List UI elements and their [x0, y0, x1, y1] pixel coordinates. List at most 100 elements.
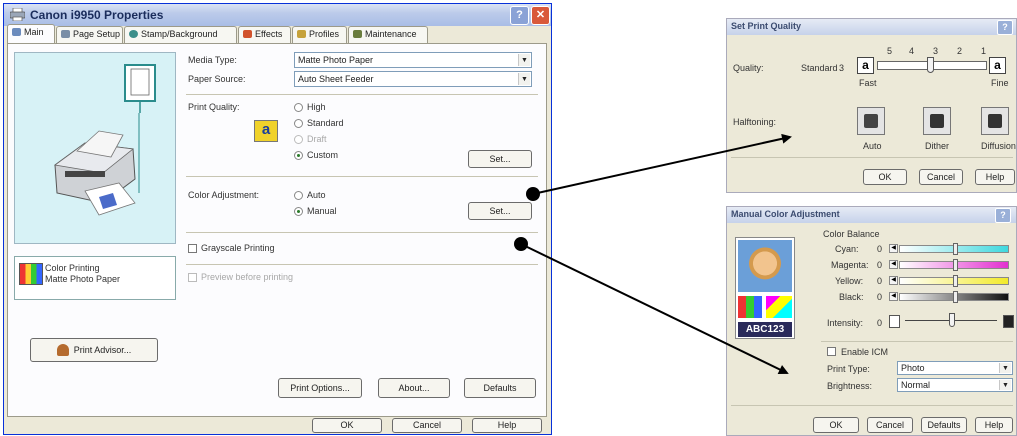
quality-sample-icon: a [254, 120, 278, 142]
brightness-select[interactable]: Normal ▼ [897, 378, 1013, 392]
main-titlebar[interactable]: Canon i9950 Properties ? ✕ [4, 4, 551, 26]
print-type-select[interactable]: Photo ▼ [897, 361, 1013, 375]
black-thumb[interactable] [953, 291, 958, 303]
standard-label: Standard [801, 63, 838, 73]
scale-2: 2 [957, 46, 963, 56]
tab-profiles[interactable]: Profiles [292, 26, 347, 43]
halftone-dither-icon[interactable] [923, 107, 951, 135]
halftone-auto-icon[interactable] [857, 107, 885, 135]
color-titlebar[interactable]: Manual Color Adjustment ? [727, 207, 1016, 223]
quality-help-button[interactable]: Help [975, 169, 1015, 185]
yellow-left-arrow[interactable]: ◀ [889, 276, 898, 285]
quality-title: Set Print Quality [731, 21, 802, 31]
about-button[interactable]: About... [378, 378, 450, 398]
tab-stamp-background[interactable]: Stamp/Background [124, 26, 237, 43]
fast-icon: a [857, 57, 874, 74]
quality-draft-label: Draft [307, 134, 327, 144]
print-options-button[interactable]: Print Options... [278, 378, 362, 398]
tab-main[interactable]: Main [7, 24, 55, 44]
halftone-diffusion-icon[interactable] [981, 107, 1009, 135]
brightness-label: Brightness: [827, 381, 873, 391]
print-quality-label: Print Quality: [188, 102, 240, 112]
quality-draft-radio[interactable] [294, 135, 303, 144]
tab-effects-label: Effects [255, 29, 283, 39]
cyan-thumb[interactable] [953, 243, 958, 255]
color-preview: ABC123 [735, 237, 795, 339]
close-icon[interactable]: ✕ [531, 6, 550, 25]
chevron-down-icon[interactable]: ▼ [999, 363, 1011, 373]
help-button[interactable]: Help [472, 418, 542, 433]
defaults-button[interactable]: Defaults [464, 378, 536, 398]
quality-standard-radio[interactable] [294, 119, 303, 128]
chevron-down-icon[interactable]: ▼ [518, 73, 530, 85]
color-balance-label: Color Balance [823, 229, 880, 239]
print-advisor-button[interactable]: Print Advisor... [30, 338, 158, 362]
fine-icon: a [989, 57, 1006, 74]
main-dialog: Canon i9950 Properties ? ✕ Main Page Set… [3, 3, 552, 435]
black-value: 0 [877, 292, 883, 302]
ok-button[interactable]: OK [312, 418, 382, 433]
quality-titlebar[interactable]: Set Print Quality ? [727, 19, 1016, 35]
tab-main-label: Main [24, 27, 44, 37]
magenta-thumb[interactable] [953, 259, 958, 271]
color-auto-radio[interactable] [294, 191, 303, 200]
portrait-thumbnail [738, 240, 792, 292]
color-help-button[interactable]: Help [975, 417, 1013, 433]
color-cancel-button[interactable]: Cancel [867, 417, 913, 433]
intensity-label: Intensity: [827, 318, 864, 328]
tab-effects[interactable]: Effects [238, 26, 291, 43]
quality-set-button[interactable]: Set... [468, 150, 532, 168]
quality-custom-label: Custom [307, 150, 339, 160]
intensity-slider-thumb[interactable] [949, 313, 955, 327]
help-icon[interactable]: ? [995, 208, 1011, 223]
media-type-label: Media Type: [188, 55, 237, 65]
cancel-button[interactable]: Cancel [392, 418, 462, 433]
quality-custom-radio[interactable] [294, 151, 303, 160]
scale-4: 4 [909, 46, 915, 56]
preview-checkbox[interactable] [188, 273, 197, 282]
separator [731, 405, 1013, 406]
intensity-light-icon [889, 315, 900, 328]
fast-label: Fast [859, 78, 877, 88]
status-box: Color Printing Matte Photo Paper [14, 256, 176, 300]
chevron-down-icon[interactable]: ▼ [518, 54, 530, 66]
halftoning-label: Halftoning: [733, 117, 777, 127]
separator [821, 341, 1013, 342]
magenta-value: 0 [877, 260, 883, 270]
quality-ok-button[interactable]: OK [863, 169, 907, 185]
magenta-label: Magenta: [831, 260, 869, 270]
media-type-select[interactable]: Matte Photo Paper ▼ [294, 52, 532, 68]
enable-icm-checkbox[interactable] [827, 347, 836, 356]
scale-1: 1 [981, 46, 987, 56]
tab-page-setup-label: Page Setup [73, 29, 121, 39]
tab-panel: Color Printing Matte Photo Paper Print A… [7, 43, 547, 417]
separator [186, 232, 538, 233]
tab-maintenance[interactable]: Maintenance [348, 26, 428, 43]
cyan-left-arrow[interactable]: ◀ [889, 244, 898, 253]
tab-page-setup[interactable]: Page Setup [56, 26, 123, 43]
help-icon[interactable]: ? [997, 20, 1013, 35]
help-icon[interactable]: ? [510, 6, 529, 25]
grayscale-checkbox[interactable] [188, 244, 197, 253]
yellow-value: 0 [877, 276, 883, 286]
print-type-label: Print Type: [827, 364, 870, 374]
main-tab-icon [12, 28, 21, 36]
printer-icon [10, 8, 25, 21]
color-manual-radio[interactable] [294, 207, 303, 216]
intensity-dark-icon [1003, 315, 1014, 328]
tab-profiles-label: Profiles [309, 29, 340, 39]
tab-maintenance-label: Maintenance [365, 29, 417, 39]
color-adjustment-label: Color Adjustment: [188, 190, 260, 200]
black-left-arrow[interactable]: ◀ [889, 292, 898, 301]
quality-high-radio[interactable] [294, 103, 303, 112]
quality-cancel-button[interactable]: Cancel [919, 169, 963, 185]
yellow-thumb[interactable] [953, 275, 958, 287]
paper-source-select[interactable]: Auto Sheet Feeder ▼ [294, 71, 532, 87]
color-defaults-button[interactable]: Defaults [921, 417, 967, 433]
quality-slider-thumb[interactable] [927, 57, 934, 73]
magenta-left-arrow[interactable]: ◀ [889, 260, 898, 269]
color-ok-button[interactable]: OK [813, 417, 859, 433]
color-set-button[interactable]: Set... [468, 202, 532, 220]
media-type-value: Matte Photo Paper [298, 55, 374, 65]
chevron-down-icon[interactable]: ▼ [999, 380, 1011, 390]
